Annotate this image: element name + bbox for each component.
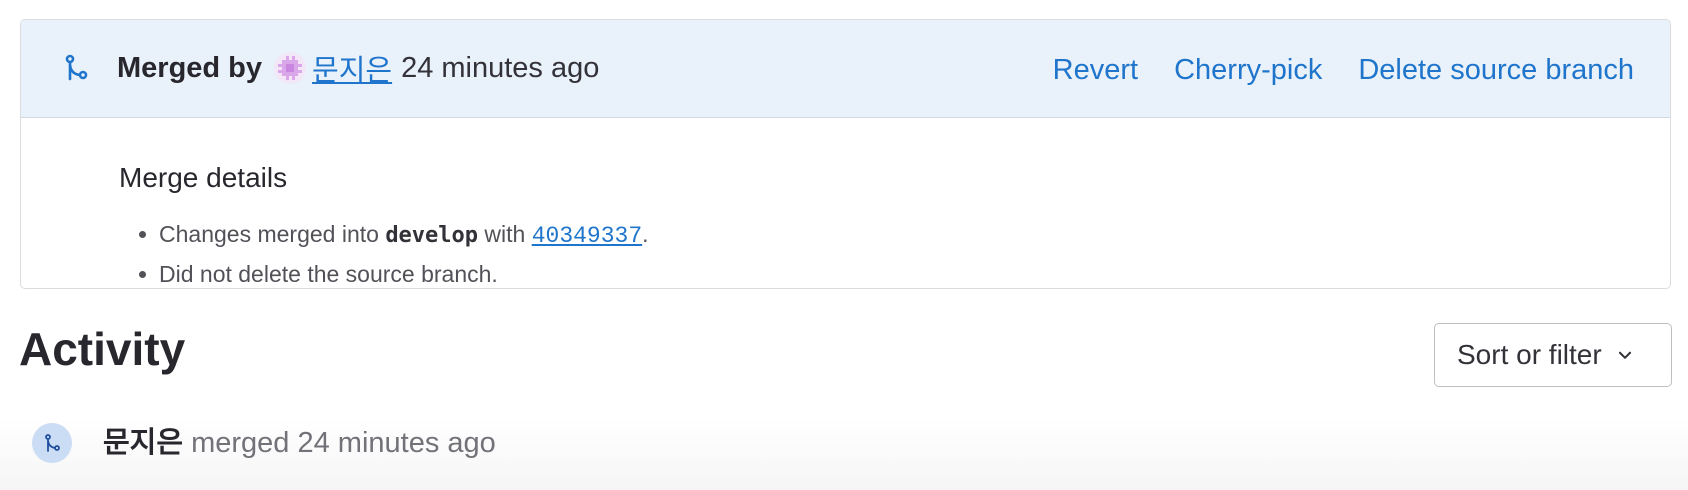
activity-text: 문지은 merged 24 minutes ago xyxy=(103,423,496,463)
activity-user[interactable]: 문지은 xyxy=(103,427,183,459)
merge-detail-suffix: . xyxy=(642,221,649,247)
cherry-pick-button[interactable]: Cherry-pick xyxy=(1174,54,1322,87)
merge-icon xyxy=(65,54,88,81)
activity-merge-badge xyxy=(32,423,72,463)
target-branch-name: develop xyxy=(385,223,479,248)
merge-detail-middle: with xyxy=(478,221,532,247)
merge-widget: Merged by 문지은 24 minutes ago Revert Cher… xyxy=(20,19,1671,289)
activity-heading: Activity xyxy=(19,323,186,375)
user-avatar[interactable] xyxy=(274,52,307,84)
merged-by-user-link[interactable]: 문지은 xyxy=(312,47,392,89)
revert-button[interactable]: Revert xyxy=(1053,54,1138,87)
merge-actions: Revert Cherry-pick Delete source branch xyxy=(1053,50,1634,90)
merge-detail-item: Did not delete the source branch. xyxy=(139,254,649,288)
merged-by-label: Merged by xyxy=(117,51,263,84)
merged-by-line: Merged by 문지은 24 minutes ago xyxy=(117,48,599,88)
sort-or-filter-label: Sort or filter xyxy=(1457,339,1602,370)
merge-detail-item: Changes merged into develop with 4034933… xyxy=(139,214,649,254)
sort-or-filter-dropdown[interactable]: Sort or filter xyxy=(1434,323,1672,387)
merge-status-header: Merged by 문지은 24 minutes ago Revert Cher… xyxy=(21,20,1670,118)
activity-action: merged 24 minutes ago xyxy=(191,427,496,459)
merge-detail-prefix: Changes merged into xyxy=(159,221,386,247)
merge-details-section: Merge details Changes merged into develo… xyxy=(21,118,1670,288)
chevron-down-icon xyxy=(1618,351,1631,359)
merged-time: 24 minutes ago xyxy=(401,51,600,84)
merge-details-title: Merge details xyxy=(119,162,288,193)
merge-icon xyxy=(45,434,60,452)
delete-source-branch-button[interactable]: Delete source branch xyxy=(1358,54,1634,87)
merge-details-list: Changes merged into develop with 4034933… xyxy=(139,214,649,288)
activity-item: 문지은 merged 24 minutes ago xyxy=(0,418,1688,490)
merge-commit-link[interactable]: 40349337 xyxy=(532,223,642,249)
